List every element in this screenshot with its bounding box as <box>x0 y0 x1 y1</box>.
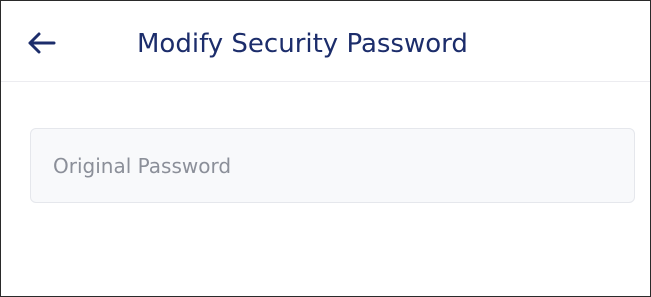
back-button[interactable] <box>21 23 61 63</box>
screen: Modify Security Password <box>0 0 651 297</box>
header-bar: Modify Security Password <box>1 1 650 82</box>
original-password-field[interactable] <box>30 128 635 203</box>
form-area <box>1 82 650 296</box>
page-title: Modify Security Password <box>137 29 468 59</box>
arrow-left-icon <box>26 31 56 55</box>
original-password-input[interactable] <box>53 129 634 202</box>
